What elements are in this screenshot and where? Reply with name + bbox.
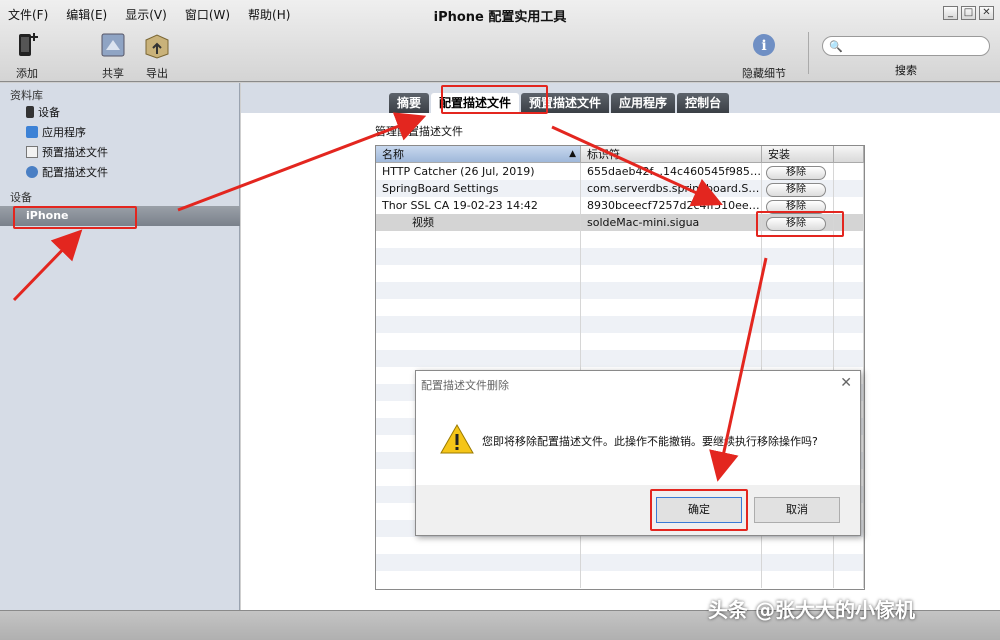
column-header-identifier[interactable]: 标识符 [581,146,762,162]
devices-heading: 设备 [10,191,32,204]
sidebar-item-apps[interactable]: 应用程序 [26,123,86,141]
device-icon [26,106,34,118]
column-header-blank [834,146,864,162]
maximize-button[interactable]: □ [961,6,976,20]
add-button[interactable]: 添加 [12,30,42,81]
cell-identifier: 655daeb42f...14c460545f9851... [581,163,762,180]
sidebar-item-label: 设备 [38,106,60,119]
gear-icon [26,166,38,178]
sort-ascending-icon: ▲ [569,149,576,159]
cell-blank [834,180,864,197]
export-button[interactable]: 导出 [142,30,172,81]
dialog-footer: 确定 取消 [416,485,860,535]
cell-name: 视频 [376,214,581,231]
table-row-empty [376,554,864,571]
tab-applications[interactable]: 应用程序 [611,93,676,113]
table-row-empty [376,316,864,333]
cell-install: 移除 [762,197,834,214]
cell-blank [834,163,864,180]
tab-console[interactable]: 控制台 [677,93,730,113]
table-row-empty [376,248,864,265]
sidebar-item-label: 应用程序 [42,126,86,139]
minimize-button[interactable]: _ [943,6,958,20]
dialog-message: 您即将移除配置描述文件。此操作不能撤销。要继续执行移除操作吗? [482,435,818,448]
cell-name: HTTP Catcher (26 Jul, 2019) [376,163,581,180]
remove-button[interactable]: 移除 [766,200,826,214]
sidebar-item-provisioning-profiles[interactable]: 预置描述文件 [26,143,108,161]
svg-text:i: i [761,38,766,54]
tab-summary[interactable]: 摘要 [389,93,430,113]
confirm-button[interactable]: 确定 [656,497,742,523]
tab-provisioning-profiles[interactable]: 预置描述文件 [521,93,610,113]
section-title: 管理配置描述文件 [375,125,463,138]
dialog-title: 配置描述文件删除 [421,379,509,392]
sidebar-item-devices[interactable]: 设备 [26,103,60,121]
table-row-empty [376,231,864,248]
cell-install: 移除 [762,163,834,180]
cell-install: 移除 [762,180,834,197]
phone-add-icon [19,33,38,56]
table-row-empty [376,299,864,316]
column-header-name[interactable]: 名称 ▲ [376,146,581,162]
add-label: 添加 [16,67,38,80]
search-label: 搜索 [895,64,917,77]
table-row-empty [376,537,864,554]
table-row[interactable]: HTTP Catcher (26 Jul, 2019) 655daeb42f..… [376,163,864,180]
cell-identifier: com.serverdbs.springboard.SB... [581,180,762,197]
table-row[interactable]: SpringBoard Settings com.serverdbs.sprin… [376,180,864,197]
share-icon [101,33,125,57]
tab-bar: 摘要 配置描述文件 预置描述文件 应用程序 控制台 [241,83,1000,113]
table-row-empty [376,333,864,350]
box-export-icon [145,34,169,59]
window-controls: _ □ ✕ [943,6,994,20]
table-row-empty [376,350,864,367]
table-row-selected[interactable]: 视频 soldeMac-mini.sigua 移除 [376,214,864,231]
cell-name: SpringBoard Settings [376,180,581,197]
document-icon [26,146,38,158]
table-row-empty [376,282,864,299]
cell-blank [834,197,864,214]
table-row[interactable]: Thor SSL CA 19-02-23 14:42 8930bceecf725… [376,197,864,214]
status-bar [0,610,1000,640]
remove-button[interactable]: 移除 [766,166,826,180]
search-icon: 🔍 [829,40,843,53]
dialog-close-icon[interactable]: ✕ [840,375,852,391]
cancel-button[interactable]: 取消 [754,497,840,523]
table-row-empty [376,265,864,282]
sidebar: 资料库 设备 应用程序 预置描述文件 配置描述文件 设备 iPhone [0,83,240,610]
close-window-button[interactable]: ✕ [979,6,994,20]
delete-profile-dialog: 配置描述文件删除 ✕ 您即将移除配置描述文件。此操作不能撤销。要继续执行移除操作… [415,370,861,536]
app-title: iPhone 配置实用工具 [433,10,567,25]
toolbar-divider [808,32,809,74]
tab-config-profiles[interactable]: 配置描述文件 [431,93,520,113]
library-heading: 资料库 [10,89,43,102]
remove-button[interactable]: 移除 [766,183,826,197]
cell-identifier: soldeMac-mini.sigua [581,214,762,231]
remove-button[interactable]: 移除 [766,217,826,231]
table-header: 名称 ▲ 标识符 安装 [376,146,864,163]
column-header-install[interactable]: 安装 [762,146,834,162]
share-label: 共享 [102,67,124,80]
window-chrome: 文件(F) 编辑(E) 显示(V) 窗口(W) 帮助(H) iPhone 配置实… [0,0,1000,82]
app-store-icon [26,126,38,138]
cell-identifier: 8930bceecf7257d2c4ff510eeb... [581,197,762,214]
warning-icon [440,423,474,454]
export-label: 导出 [146,67,168,80]
hide-details-label: 隐藏细节 [742,67,786,80]
hide-details-button[interactable]: i 隐藏细节 [742,30,786,81]
sidebar-item-label: 配置描述文件 [42,166,108,179]
search-input[interactable]: 🔍 [822,36,990,56]
info-icon: i [753,34,775,56]
share-button[interactable]: 共享 [98,30,128,81]
cell-install: 移除 [762,214,834,231]
sidebar-item-label: 预置描述文件 [42,146,108,159]
cell-blank [834,214,864,231]
sidebar-item-iphone[interactable]: iPhone [0,206,240,226]
table-row-empty [376,571,864,588]
sidebar-item-config-profiles[interactable]: 配置描述文件 [26,163,108,181]
cell-name: Thor SSL CA 19-02-23 14:42 [376,197,581,214]
